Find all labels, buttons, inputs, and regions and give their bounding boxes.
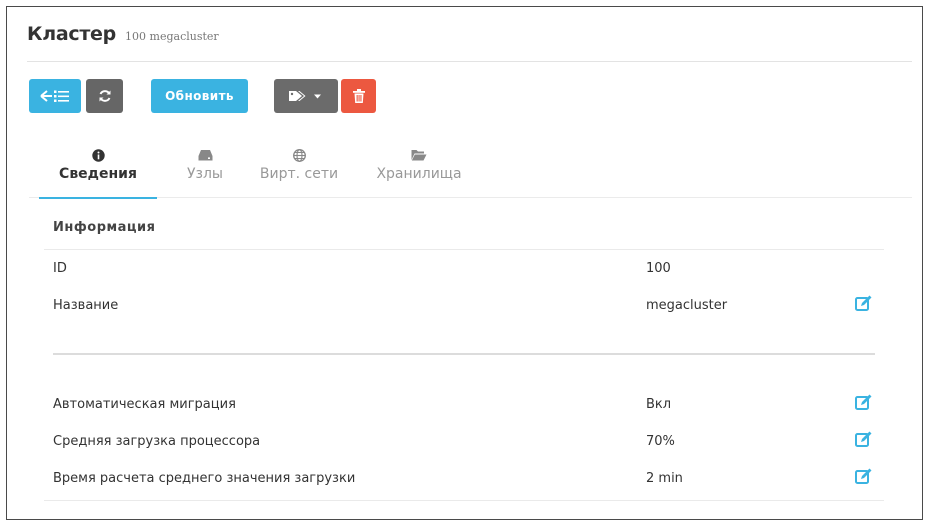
back-list-icon — [40, 90, 69, 102]
row-value: megacluster — [646, 298, 728, 313]
tab-nodes-label: Узлы — [187, 166, 223, 182]
info-row-name: Название megacluster — [53, 295, 891, 328]
edit-icon[interactable] — [855, 393, 873, 411]
row-value: 2 min — [646, 471, 683, 486]
row-key: ID — [53, 261, 67, 276]
page-title: Кластер — [27, 23, 116, 45]
folder-open-icon — [411, 150, 427, 161]
trash-icon — [352, 89, 365, 103]
labels-dropdown-button[interactable] — [274, 79, 338, 113]
attr-row-cpu-load: Средняя загрузка процессора 70% — [53, 431, 891, 464]
page-subtitle: 100 megacluster — [125, 30, 219, 43]
divider — [44, 249, 884, 250]
tags-icon — [289, 91, 321, 101]
row-key: Средняя загрузка процессора — [53, 434, 261, 449]
row-value: 100 — [646, 261, 671, 276]
row-key: Название — [53, 298, 119, 313]
info-circle-icon — [91, 148, 105, 162]
update-button[interactable]: Обновить — [151, 79, 248, 113]
tab-virtual-networks[interactable]: Вирт. сети — [249, 145, 349, 197]
tab-storage[interactable]: Хранилища — [369, 145, 469, 197]
info-row-id: ID 100 — [53, 261, 891, 291]
back-to-list-button[interactable] — [29, 79, 81, 113]
row-value: Вкл — [646, 397, 672, 412]
info-section-title: Информация — [53, 220, 156, 235]
tab-storage-label: Хранилища — [376, 166, 462, 182]
row-key: Автоматическая миграция — [53, 397, 236, 412]
page-header: Кластер 100 megacluster — [27, 23, 912, 62]
row-value: 70% — [646, 434, 675, 449]
refresh-button[interactable] — [86, 79, 123, 113]
delete-button[interactable] — [341, 79, 376, 113]
attr-row-load-window: Время расчета среднего значения загрузки… — [53, 468, 891, 501]
refresh-icon — [99, 90, 110, 102]
globe-icon — [292, 148, 306, 162]
tab-virtual-networks-label: Вирт. сети — [259, 166, 339, 182]
edit-icon[interactable] — [855, 430, 873, 448]
tab-bar: Сведения Узлы Вирт. сети Хранилища — [29, 145, 912, 199]
server-icon — [198, 150, 212, 161]
section-separator — [53, 353, 875, 355]
tab-info[interactable]: Сведения — [39, 145, 157, 199]
edit-icon[interactable] — [855, 294, 873, 312]
divider — [44, 500, 884, 501]
tab-nodes[interactable]: Узлы — [169, 145, 241, 197]
attr-row-auto-migration: Автоматическая миграция Вкл — [53, 394, 891, 427]
row-key: Время расчета среднего значения загрузки — [53, 471, 356, 486]
tab-info-label: Сведения — [59, 166, 137, 182]
edit-icon[interactable] — [855, 467, 873, 485]
